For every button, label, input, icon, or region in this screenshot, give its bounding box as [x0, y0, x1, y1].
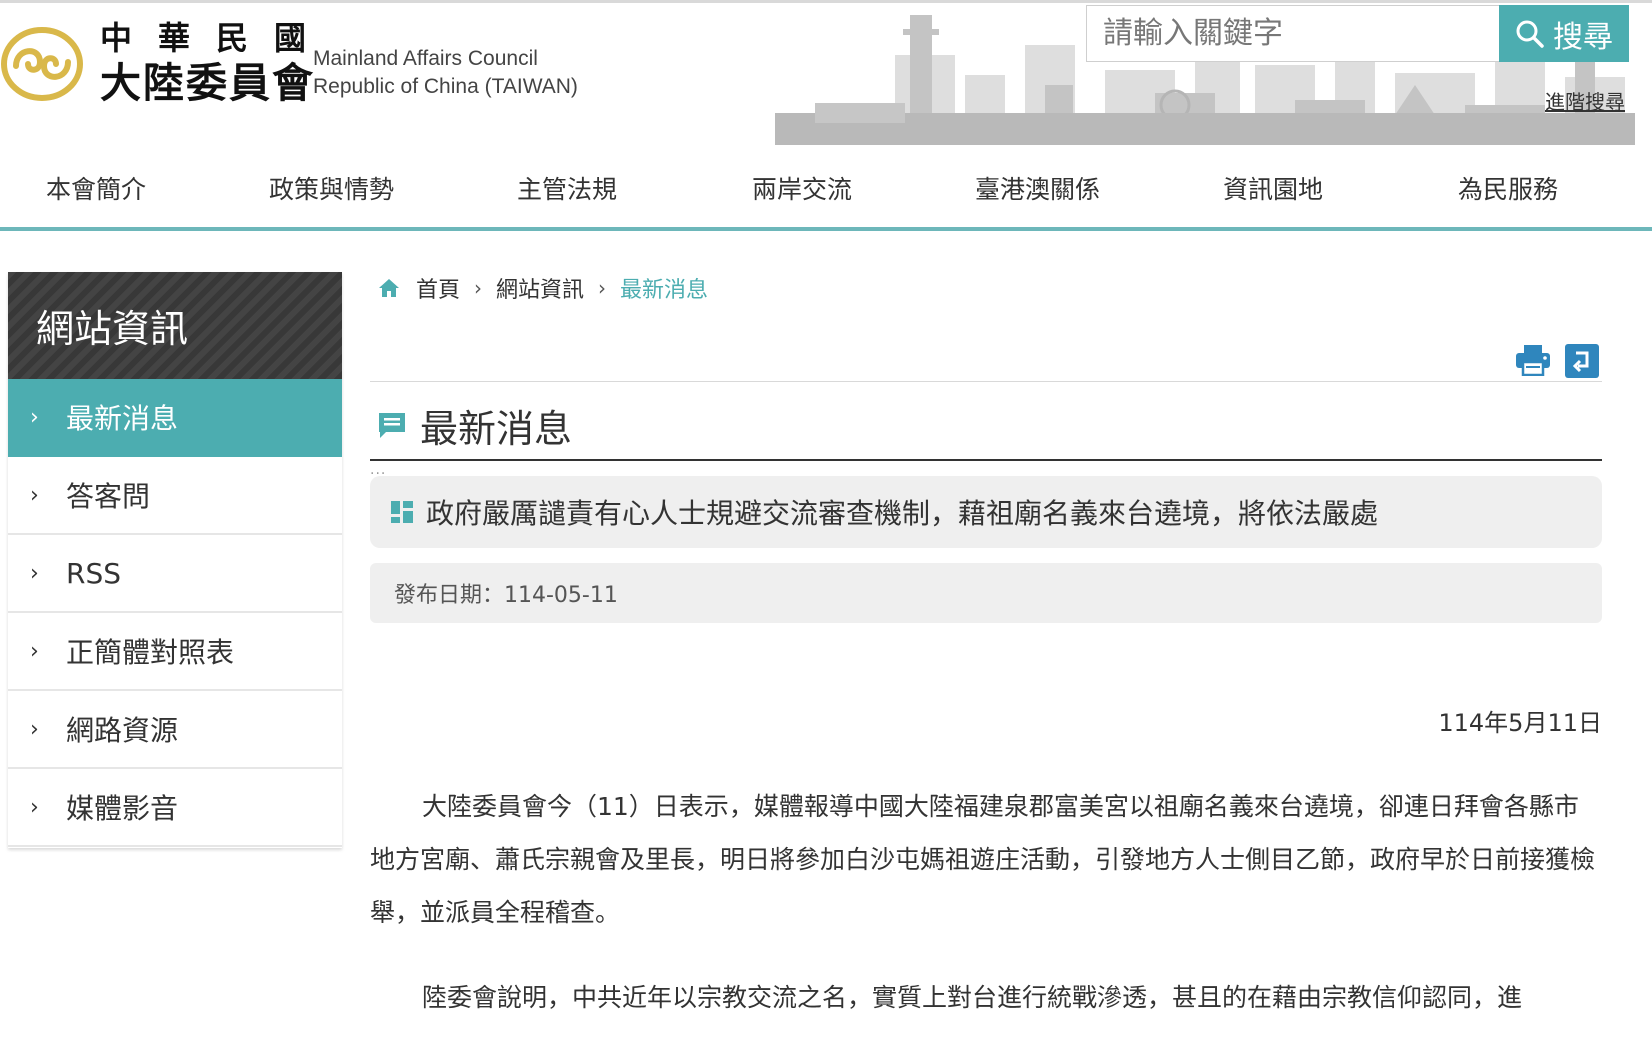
sidebar-item-char-table[interactable]: › 正簡體對照表	[8, 613, 342, 691]
nav-item-policy[interactable]: 政策與情勢	[269, 170, 394, 206]
sidebar-item-media[interactable]: › 媒體影音	[8, 769, 342, 847]
search-input[interactable]	[1087, 6, 1499, 61]
tool-divider	[370, 381, 1602, 382]
sidebar-item-label: 正簡體對照表	[66, 636, 235, 669]
chevron-right-icon: ›	[30, 560, 39, 586]
sidebar-item-label: 媒體影音	[66, 792, 179, 825]
title-divider	[370, 459, 1602, 461]
logo-en-line2: Republic of China (TAIWAN)	[313, 75, 578, 98]
logo-en-line1: Mainland Affairs Council	[313, 47, 538, 70]
home-icon[interactable]	[378, 278, 400, 298]
chevron-right-icon: ›	[598, 276, 607, 300]
message-icon	[379, 412, 405, 438]
logo-chinese-name: 中華民國 大陸委員會	[100, 18, 332, 108]
nav-item-hk-macao[interactable]: 臺港澳關係	[975, 170, 1100, 206]
article-title-box: 政府嚴厲譴責有心人士規避交流審查機制，藉祖廟名義來台遶境，將依法嚴處	[370, 476, 1602, 548]
chevron-right-icon: ›	[30, 794, 39, 820]
nav-item-regulations[interactable]: 主管法規	[517, 170, 617, 206]
chevron-right-icon: ›	[30, 482, 39, 508]
nav-item-about[interactable]: 本會簡介	[46, 170, 146, 206]
page-heading: 最新消息	[376, 398, 572, 453]
chevron-right-icon: ›	[30, 716, 39, 742]
advanced-search-link[interactable]: 進階搜尋	[1545, 86, 1625, 115]
page-title: 最新消息	[420, 407, 573, 451]
print-icon[interactable]	[1515, 344, 1551, 376]
sidebar-item-label: 網路資源	[66, 714, 179, 747]
sidebar-item-web-resources[interactable]: › 網路資源	[8, 691, 342, 769]
top-border	[0, 0, 1652, 3]
sidebar-item-label: RSS	[66, 556, 122, 590]
back-icon[interactable]	[1565, 344, 1599, 378]
article-body: 大陸委員會今（11）日表示，媒體報導中國大陸福建泉郡富美宮以祖廟名義來台遶境，卻…	[370, 780, 1602, 1056]
nav-divider	[0, 227, 1652, 231]
nav-item-cross-strait[interactable]: 兩岸交流	[752, 170, 852, 206]
grid-icon	[391, 501, 413, 523]
search-button-label: 搜尋	[1553, 19, 1613, 55]
sidebar-item-label: 最新消息	[66, 402, 179, 435]
nav-item-services[interactable]: 為民服務	[1458, 170, 1558, 206]
article-title: 政府嚴厲譴責有心人士規避交流審查機制，藉祖廟名義來台遶境，將依法嚴處	[426, 497, 1379, 530]
search-icon	[1516, 20, 1544, 48]
logo-cn-line1: 中華民國	[100, 19, 333, 57]
sidebar-title: 網站資訊	[8, 272, 342, 379]
logo-english-name: Mainland Affairs Council Republic of Chi…	[313, 45, 578, 101]
search-box	[1086, 5, 1500, 62]
article-paragraph: 陸委會說明，中共近年以宗教交流之名，實質上對台進行統戰滲透，甚且的在藉由宗教信仰…	[422, 983, 1523, 1012]
article-date: 114年5月11日	[1438, 709, 1602, 737]
publish-date: 發布日期：114-05-11	[370, 563, 1602, 623]
breadcrumb-current[interactable]: 最新消息	[620, 272, 708, 304]
breadcrumb-site-info[interactable]: 網站資訊	[496, 272, 584, 304]
mac-emblem-icon	[1, 27, 83, 101]
sidebar-item-latest-news[interactable]: › 最新消息	[8, 379, 342, 457]
sidebar-item-label: 答客問	[66, 480, 151, 513]
sidebar-item-faq[interactable]: › 答客問	[8, 457, 342, 535]
article-paragraph: 大陸委員會今（11）日表示，媒體報導中國大陸福建泉郡富美宮以祖廟名義來台遶境，卻…	[370, 792, 1596, 927]
breadcrumb: 首頁 › 網站資訊 › 最新消息	[378, 272, 708, 304]
breadcrumb-home[interactable]: 首頁	[416, 272, 460, 304]
logo-cn-line2: 大陸委員會	[100, 59, 315, 107]
sidebar-item-rss[interactable]: › RSS	[8, 535, 342, 613]
chevron-right-icon: ›	[474, 276, 483, 300]
chevron-right-icon: ›	[30, 638, 39, 664]
sidebar: 網站資訊 › 最新消息 › 答客問 › RSS › 正簡體對照表 › 網路資源 …	[8, 272, 342, 848]
search-button[interactable]: 搜尋	[1499, 5, 1629, 62]
nav-item-info[interactable]: 資訊園地	[1223, 170, 1323, 206]
chevron-right-icon: ›	[30, 404, 39, 430]
main-navigation: 本會簡介 政策與情勢 主管法規 兩岸交流 臺港澳關係 資訊園地 為民服務	[0, 160, 1652, 230]
